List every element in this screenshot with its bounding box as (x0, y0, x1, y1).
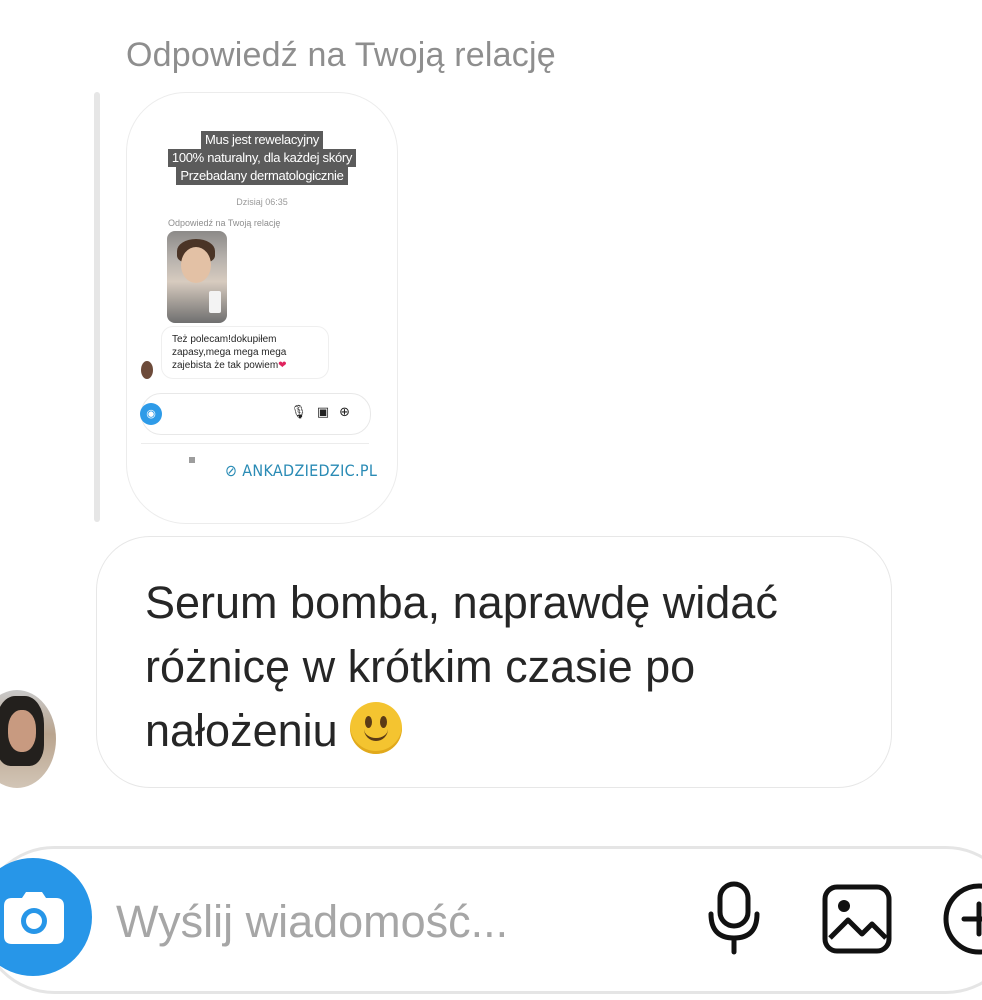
plus-icon[interactable] (942, 882, 982, 956)
microphone-icon[interactable] (706, 880, 762, 956)
story-link-sticker: ⊘ ANKADZIEDZIC.PL (225, 461, 377, 480)
story-preview-card[interactable]: Mus jest rewelacyjny 100% naturalny, dla… (126, 92, 398, 524)
reply-label: Odpowiedź na Twoją relację (126, 36, 556, 74)
message-text: Serum bomba, naprawdę widać różnicę w kr… (145, 577, 778, 756)
message-input[interactable]: Wyślij wiadomość... (116, 896, 676, 948)
story-message-text: Też polecam!dokupiłem zapasy,mega mega m… (172, 334, 287, 371)
story-reply-label: Odpowiedź na Twoją relację (168, 218, 281, 228)
reply-quote-bar (94, 92, 100, 522)
story-avatar (141, 361, 153, 379)
story-composer-icons: 🎙▣⊕ (290, 404, 360, 419)
story-overlay-line: Mus jest rewelacyjny (201, 131, 323, 149)
message-bubble[interactable]: Serum bomba, naprawdę widać różnicę w kr… (96, 536, 892, 788)
story-link-text: ANKADZIEDZIC.PL (242, 461, 378, 480)
heart-icon: ❤ (278, 360, 287, 371)
camera-icon (4, 892, 64, 944)
story-overlay-line: 100% naturalny, dla każdej skóry (167, 149, 357, 167)
message-content: Serum bomba, naprawdę widać różnicę w kr… (145, 571, 865, 763)
story-message-bubble: Też polecam!dokupiłem zapasy,mega mega m… (161, 326, 329, 379)
story-composer: ◉ 🎙▣⊕ (140, 393, 371, 435)
story-overlay-text: Mus jest rewelacyjny 100% naturalny, dla… (127, 131, 397, 185)
story-timestamp: Dzisiaj 06:35 (236, 197, 288, 207)
story-divider (141, 443, 369, 444)
avatar[interactable] (0, 690, 56, 788)
story-photo (167, 231, 227, 323)
camera-icon: ◉ (140, 403, 162, 425)
story-square-icon (189, 457, 195, 463)
smiley-emoji (350, 702, 403, 754)
image-icon[interactable] (822, 884, 892, 954)
story-overlay-line: Przebadany dermatologicznie (176, 167, 348, 185)
link-icon: ⊘ (225, 461, 238, 480)
